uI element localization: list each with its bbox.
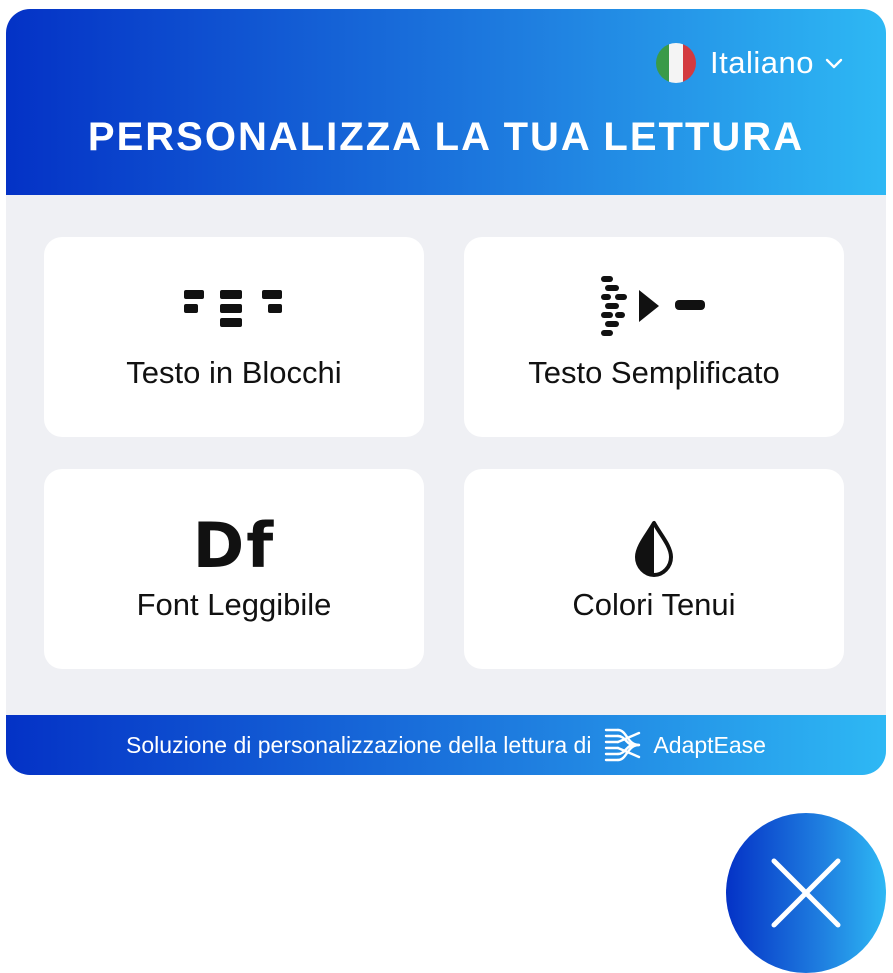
option-card-text-blocks[interactable]: Testo in Blocchi [44,237,424,437]
footer-text: Soluzione di personalizzazione della let… [126,731,592,758]
blocks-icon [184,290,282,327]
italy-flag-icon [656,43,697,83]
panel-header: Italiano PERSONALIZZA LA TUA LETTURA [6,9,886,195]
page-title: PERSONALIZZA LA TUA LETTURA [87,115,805,159]
df-font-icon: Df [192,509,276,582]
option-label: Testo in Blocchi [126,355,342,390]
reading-settings-panel: Italiano PERSONALIZZA LA TUA LETTURA Tes… [6,9,886,775]
option-label: Colori Tenui [572,587,736,622]
close-button[interactable] [726,813,886,973]
language-selector[interactable]: Italiano [656,42,844,84]
droplet-icon [635,521,673,577]
panel-footer: Soluzione di personalizzazione della let… [6,715,886,775]
chevron-down-icon [825,58,843,69]
option-card-readable-font[interactable]: Df Font Leggibile [44,469,424,669]
close-icon [771,858,841,928]
option-label: Font Leggibile [136,587,332,622]
language-label: Italiano [710,45,814,80]
simplify-icon [601,276,705,336]
option-card-simplified-text[interactable]: Testo Semplificato [464,237,844,437]
option-label: Testo Semplificato [528,355,780,390]
adaptease-logo-icon [605,728,641,762]
option-card-soft-colors[interactable]: Colori Tenui [464,469,844,669]
footer-brand: AdaptEase [653,731,766,758]
